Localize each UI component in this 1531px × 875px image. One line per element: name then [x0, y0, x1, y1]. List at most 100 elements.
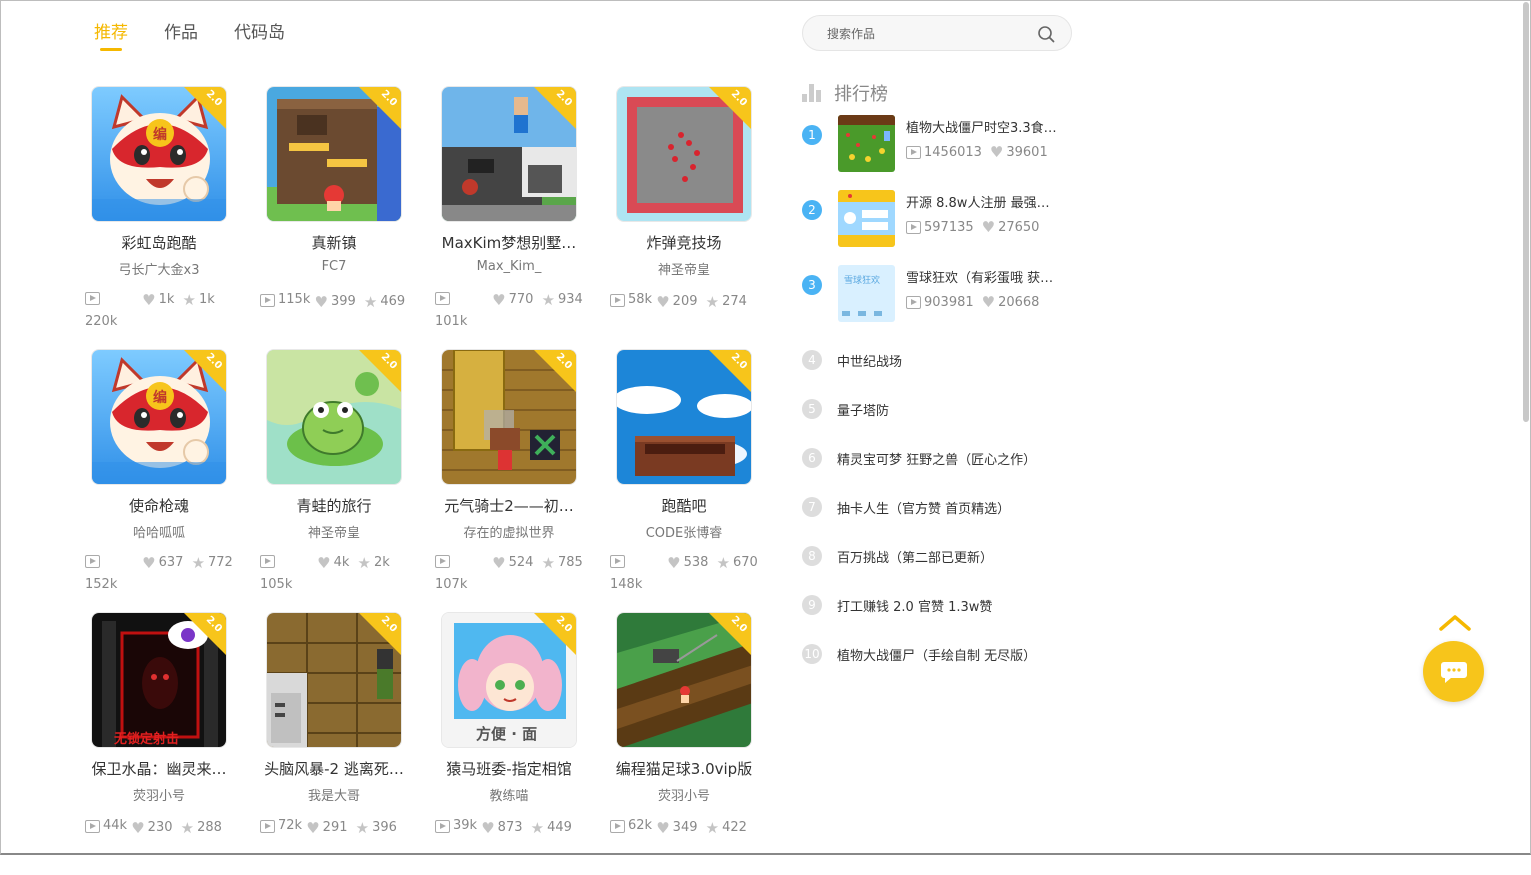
work-author[interactable]: 神圣帝皇	[609, 259, 759, 278]
play-icon	[906, 145, 921, 159]
ranking-item-name[interactable]: 打工赚钱 2.0 官赞 1.3w赞	[837, 596, 992, 615]
work-title[interactable]: 青蛙的旅行	[259, 495, 409, 516]
work-title[interactable]: 编程猫足球3.0vip版	[609, 758, 759, 779]
work-thumbnail[interactable]: 编 2.0	[91, 86, 227, 222]
ranking-item[interactable]: 9 打工赚钱 2.0 官赞 1.3w赞	[802, 595, 1082, 615]
ranking-item[interactable]: 4 中世纪战场	[802, 350, 1082, 370]
ranking-top-item[interactable]: 3 雪球狂欢 雪球狂欢（有彩蛋哦 获… 903981 ♥ 20668	[802, 265, 1072, 331]
ranking-item-name[interactable]: 抽卡人生（官方赞 首页精选）	[837, 498, 1010, 517]
work-card[interactable]: 2.0 真新镇 FC7 115k ♥ 399 ★ 469	[259, 86, 434, 349]
ranking-item-name[interactable]: 植物大战僵尸（手绘自制 无尽版）	[837, 645, 1036, 664]
ranking-thumbnail[interactable]: 雪球狂欢	[838, 265, 895, 322]
tab-works[interactable]: 作品	[164, 18, 198, 48]
work-card[interactable]: 2.0 元气骑士2——初… 存在的虚拟世界 ♥ 524 ★ 785 107k	[434, 349, 609, 612]
tab-code-island[interactable]: 代码岛	[234, 18, 285, 48]
work-title[interactable]: 猿马班委-指定相馆	[434, 758, 584, 779]
rank-number: 7	[802, 497, 822, 517]
work-author[interactable]: FC7	[259, 259, 409, 274]
chat-button[interactable]	[1423, 641, 1484, 702]
work-card[interactable]: 2.0 青蛙的旅行 神圣帝皇 ♥ 4k ★ 2k 105k	[259, 349, 434, 612]
work-author[interactable]: Max_Kim_	[434, 259, 584, 274]
likes-count: 399	[330, 293, 356, 309]
work-thumbnail[interactable]: 2.0	[441, 86, 577, 222]
work-thumbnail[interactable]: 无锁定射击 2.0	[91, 612, 227, 748]
tab-recommend[interactable]: 推荐	[94, 18, 128, 51]
work-author[interactable]: 弓长广大金x3	[84, 259, 234, 278]
ranking-item[interactable]: 10 植物大战僵尸（手绘自制 无尽版）	[802, 644, 1082, 664]
search-input[interactable]	[827, 24, 1027, 44]
ranking-title: 排行榜	[834, 84, 888, 105]
work-author[interactable]: 荧羽小号	[609, 785, 759, 804]
views-count: 101k	[435, 314, 468, 329]
work-title[interactable]: 跑酷吧	[609, 495, 759, 516]
play-icon	[435, 555, 450, 568]
ranking-item[interactable]: 6 精灵宝可梦 狂野之兽（匠心之作）	[802, 448, 1082, 468]
ranking-top-item[interactable]: 1 植物大战僵尸时空3.3食… 1456013 ♥ 39601	[802, 115, 1072, 181]
work-title[interactable]: 真新镇	[259, 232, 409, 253]
work-title[interactable]: 彩虹岛跑酷	[84, 232, 234, 253]
work-author[interactable]: 哈哈呱呱	[84, 522, 234, 541]
work-author[interactable]: 教练喵	[434, 785, 584, 804]
play-icon	[610, 819, 625, 833]
work-card[interactable]: 无锁定射击 2.0 保卫水晶：幽灵来… 荧羽小号 44k ♥ 230 ★ 288	[84, 612, 259, 875]
work-thumbnail[interactable]: 编 2.0	[91, 349, 227, 485]
stars-stat: ★ 1k	[183, 290, 215, 310]
likes-count: 538	[683, 555, 709, 570]
ranking-item-name[interactable]: 量子塔防	[837, 400, 889, 419]
work-stats: 39k ♥ 873 ★ 449	[435, 816, 611, 840]
work-card[interactable]: 2.0 跑酷吧 CODE张博睿 ♥ 538 ★ 670 148k	[609, 349, 784, 612]
ranking-item-name[interactable]: 雪球狂欢（有彩蛋哦 获…	[906, 267, 1076, 286]
star-icon: ★	[191, 554, 206, 572]
scrollbar[interactable]	[1523, 2, 1529, 422]
work-card[interactable]: 2.0 编程猫足球3.0vip版 荧羽小号 62k ♥ 349 ★ 422	[609, 612, 784, 875]
ranking-item-name[interactable]: 精灵宝可梦 狂野之兽（匠心之作）	[837, 449, 1036, 468]
work-thumbnail[interactable]: 2.0	[616, 349, 752, 485]
work-thumbnail[interactable]: 2.0	[266, 612, 402, 748]
ranking-item[interactable]: 7 抽卡人生（官方赞 首页精选）	[802, 497, 1082, 517]
ranking-item-name[interactable]: 植物大战僵尸时空3.3食…	[906, 117, 1076, 136]
ranking-thumbnail[interactable]	[838, 190, 895, 247]
ranking-top-item[interactable]: 2 开源 8.8w人注册 最强… 597135 ♥ 27650	[802, 190, 1072, 256]
ranking-item[interactable]: 5 量子塔防	[802, 399, 1082, 419]
work-author[interactable]: 我是大哥	[259, 785, 409, 804]
ranking-item-stats: 597135 ♥ 27650	[906, 218, 1039, 236]
work-title[interactable]: 头脑风暴-2 逃离死…	[259, 758, 409, 779]
work-author[interactable]: 荧羽小号	[84, 785, 234, 804]
ranking-item[interactable]: 8 百万挑战（第二部已更新）	[802, 546, 1082, 566]
ranking-item-name[interactable]: 开源 8.8w人注册 最强…	[906, 192, 1076, 211]
ranking-item-name[interactable]: 中世纪战场	[837, 351, 902, 370]
views-stat: 72k	[260, 816, 302, 836]
work-title[interactable]: 使命枪魂	[84, 495, 234, 516]
work-thumbnail[interactable]: 2.0	[616, 612, 752, 748]
work-thumbnail[interactable]: 方便 · 面 2.0	[441, 612, 577, 748]
work-title[interactable]: MaxKim梦想别墅…	[434, 232, 584, 253]
work-title[interactable]: 保卫水晶：幽灵来…	[84, 758, 234, 779]
work-card[interactable]: 编 2.0 使命枪魂 哈哈呱呱 ♥ 637 ★ 772 152k	[84, 349, 259, 612]
ranking-item-name[interactable]: 百万挑战（第二部已更新）	[837, 547, 993, 566]
work-title[interactable]: 元气骑士2——初…	[434, 495, 584, 516]
search-icon[interactable]	[1037, 25, 1055, 43]
work-card[interactable]: 2.0 头脑风暴-2 逃离死… 我是大哥 72k ♥ 291 ★ 396	[259, 612, 434, 875]
work-title[interactable]: 炸弹竞技场	[609, 232, 759, 253]
views-stat	[610, 555, 625, 568]
work-author[interactable]: 神圣帝皇	[259, 522, 409, 541]
back-to-top-icon[interactable]	[1438, 612, 1472, 632]
work-author[interactable]: CODE张博睿	[609, 522, 759, 541]
play-icon	[435, 292, 450, 305]
work-thumbnail[interactable]: 2.0	[266, 86, 402, 222]
work-thumbnail[interactable]: 2.0	[441, 349, 577, 485]
likes-count: 291	[322, 819, 348, 835]
work-card[interactable]: 编 2.0 彩虹岛跑酷 弓长广大金x3 ♥ 1k ★ 1k 220k	[84, 86, 259, 349]
work-card[interactable]: 方便 · 面 2.0 猿马班委-指定相馆 教练喵 39k ♥ 873 ★ 449	[434, 612, 609, 875]
ranking-thumbnail[interactable]	[838, 115, 895, 172]
views-stat: 44k	[85, 816, 127, 836]
work-stats: 44k ♥ 230 ★ 288	[85, 816, 261, 840]
work-stats: 58k ♥ 209 ★ 274	[610, 290, 786, 314]
work-author[interactable]: 存在的虚拟世界	[434, 522, 584, 541]
rank-number: 3	[802, 275, 822, 295]
work-card[interactable]: 2.0 MaxKim梦想别墅… Max_Kim_ ♥ 770 ★ 934 101…	[434, 86, 609, 349]
work-thumbnail[interactable]: 2.0	[266, 349, 402, 485]
work-thumbnail[interactable]: 2.0	[616, 86, 752, 222]
work-card[interactable]: 2.0 炸弹竞技场 神圣帝皇 58k ♥ 209 ★ 274	[609, 86, 784, 349]
likes-stat: ♥ 770	[492, 290, 533, 310]
